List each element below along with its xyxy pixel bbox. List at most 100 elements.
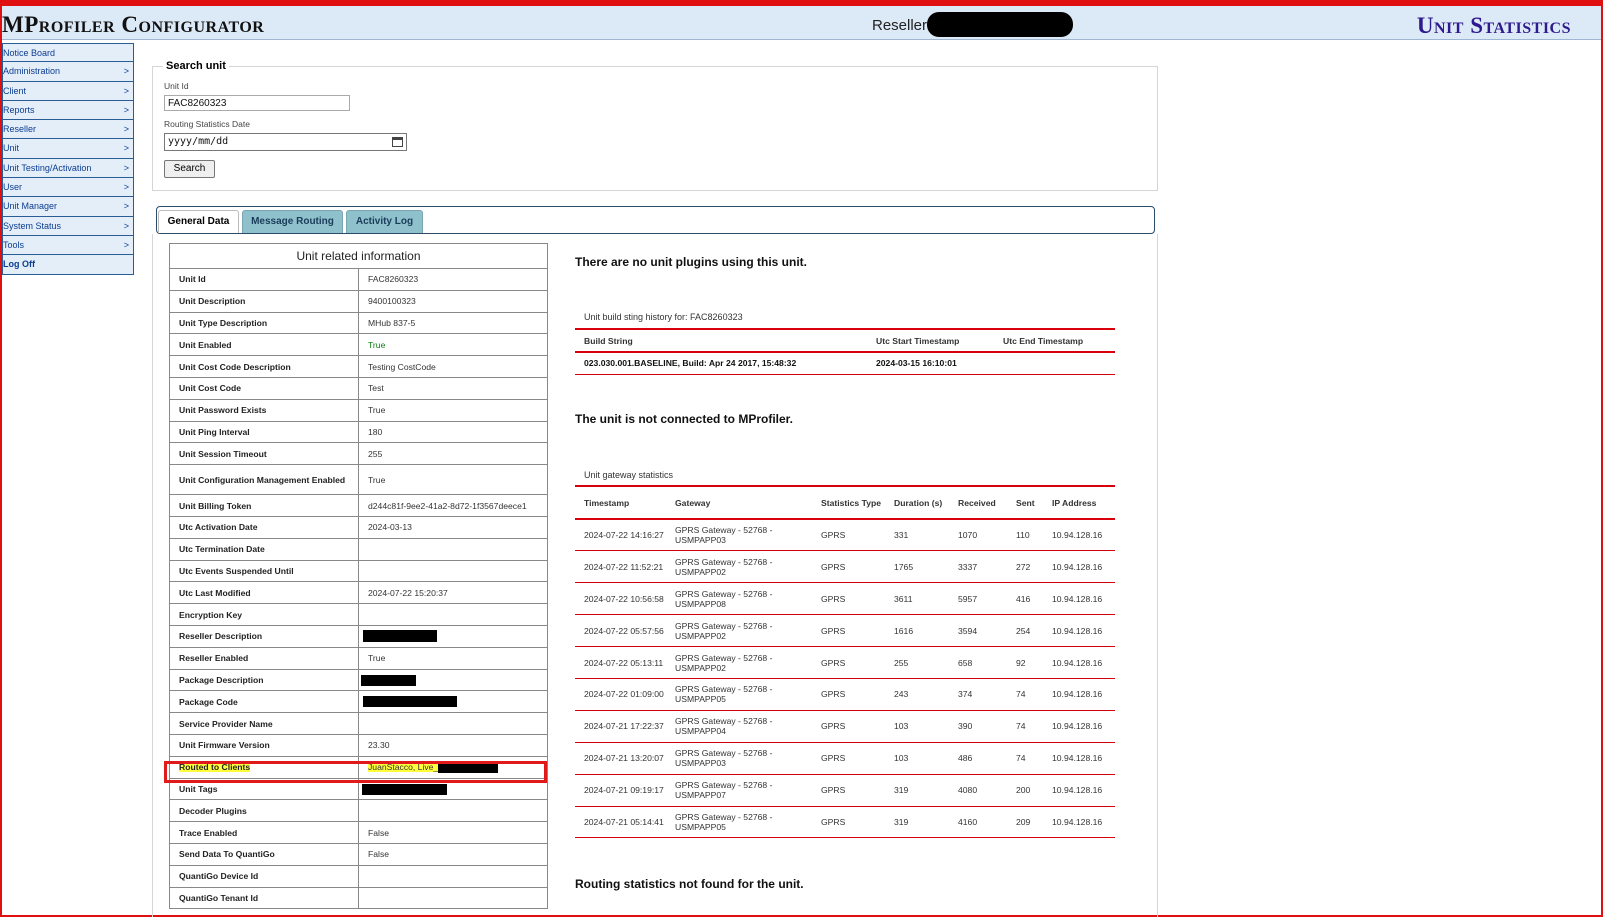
table-row: Trace Enabled False [169,821,548,844]
row-value: True [358,333,548,357]
sidebar-item-label: Administration [3,66,61,77]
table-row: Unit Billing Token d244c81f-9ee2-41a2-8d7… [169,494,548,517]
duration-cell: 1616 [885,614,949,648]
gateway-cell: GPRS Gateway - 52768 - USMPAPP02 [666,614,812,648]
sent-cell: 110 [1007,519,1043,552]
chevron-right-icon: > [123,124,129,135]
table-row: 2024-07-22 11:52:21 GPRS Gateway - 52768 … [575,550,1115,584]
sidebar-item-label: Reseller [3,124,37,135]
gateway-cell: GPRS Gateway - 52768 - USMPAPP03 [666,742,812,775]
chevron-right-icon: > [123,85,129,96]
unit-id-input[interactable]: FAC8260323 [164,95,350,111]
column-header: Utc End Timestamp [994,329,1115,353]
row-value [358,537,548,561]
routed-to-clients-annotation [164,761,547,783]
sidebar-item-label: Reports [3,104,35,115]
reseller-description-redaction [363,630,437,643]
sidebar-item-label: Unit [3,143,20,154]
statistics-type-cell: GPRS [812,646,885,679]
ip-address-cell: 10.94.128.16 [1043,678,1115,711]
sidebar-item-label: Unit Manager [3,201,58,212]
table-row: Unit Password Exists True [169,398,548,422]
table-row: Unit Session Timeout 255 [169,442,548,466]
row-key: Reseller Enabled [169,646,359,670]
sidebar-item-label: Notice Board [3,48,56,58]
column-header: Timestamp [575,486,666,520]
row-key: Encryption Key [169,603,359,626]
search-button[interactable]: Search [164,160,215,178]
table-row: Unit Cost Code Description Testing CostCo… [169,355,548,378]
statistics-type-cell: GPRS [812,774,885,807]
table-row: Unit Id FAC8260323 [169,268,548,291]
row-key: Unit Cost Code [169,376,359,400]
row-key: Unit Billing Token [169,494,359,517]
table-row: Reseller Description [169,624,548,648]
received-cell: 374 [949,678,1007,711]
page-title: Unit Statistics [1416,13,1571,38]
routing-date-placeholder: yyyy/mm/dd [168,136,229,147]
table-row: Package Description [169,668,548,692]
table-row: Unit Description 9400100323 [169,289,548,313]
timestamp-cell: 2024-07-21 09:19:17 [575,774,666,807]
chevron-right-icon: > [123,104,129,115]
row-key: Unit Password Exists [169,398,359,422]
gateway-cell: GPRS Gateway - 52768 - USMPAPP03 [666,519,812,552]
reseller-name-redaction [927,12,1073,37]
sidebar-item-client[interactable]: Client > [2,81,134,101]
gateway-cell: GPRS Gateway - 52768 - USMPAPP07 [666,774,812,807]
sidebar-item-unit-testing-activation[interactable]: Unit Testing/Activation > [2,158,134,179]
gateway-cell: GPRS Gateway - 52768 - USMPAPP02 [666,646,812,679]
timestamp-cell: 2024-07-22 14:16:27 [575,519,666,552]
duration-cell: 255 [885,646,949,679]
sidebar-item-notice-board[interactable]: Notice Board [2,43,134,63]
package-code-redaction [363,696,457,708]
sidebar-item-system-status[interactable]: System Status > [2,216,134,236]
sidebar-item-user[interactable]: User > [2,178,134,198]
statistics-type-cell: GPRS [812,678,885,711]
table-row: Package Code [169,690,548,714]
table-row: Encryption Key [169,603,548,626]
tab-message-routing[interactable]: Message Routing [242,210,343,233]
chevron-right-icon: > [123,162,129,173]
statistics-type-cell: GPRS [812,550,885,584]
build-string-cell: 023.030.001.BASELINE, Build: Apr 24 2017… [575,352,867,375]
sidebar-nav: Notice Board Administration > Client > Rep… [2,43,134,275]
column-header: Statistics Type [812,486,885,520]
ip-address-cell: 10.94.128.16 [1043,774,1115,807]
sidebar-item-tools[interactable]: Tools > [2,235,134,256]
tab-general-data[interactable]: General Data [158,210,239,233]
sidebar-item-unit[interactable]: Unit > [2,139,134,159]
sidebar-item-reports[interactable]: Reports > [2,100,134,121]
build-history-table: Build String Utc Start Timestamp Utc End… [575,328,1115,375]
table-row: 2024-07-21 05:14:41 GPRS Gateway - 52768 … [575,806,1115,839]
chevron-right-icon: > [123,182,129,193]
sent-cell: 200 [1007,774,1043,807]
row-key: Unit Type Description [169,311,359,335]
ip-address-cell: 10.94.128.16 [1043,646,1115,679]
table-row: Unit Ping Interval 180 [169,420,548,444]
received-cell: 486 [949,742,1007,775]
sidebar-item-unit-manager[interactable]: Unit Manager > [2,197,134,217]
sidebar-item-log-off[interactable]: Log Off [2,255,134,275]
sent-cell: 74 [1007,710,1043,743]
calendar-icon[interactable] [392,137,403,147]
reseller-label: Reseller [872,17,928,34]
sidebar-item-administration[interactable]: Administration > [2,62,134,82]
sidebar-item-reseller[interactable]: Reseller > [2,120,134,140]
chevron-right-icon: > [123,201,129,212]
sent-cell: 209 [1007,806,1043,839]
row-value: Testing CostCode [358,355,548,378]
app-title: MProfiler Configurator [2,12,265,37]
sidebar-item-label: Client [3,85,27,96]
row-value: True [358,646,548,670]
row-key: Unit Description [169,289,359,313]
tab-activity-log[interactable]: Activity Log [346,210,423,233]
timestamp-cell: 2024-07-21 17:22:37 [575,710,666,743]
routing-date-input[interactable]: yyyy/mm/dd [164,133,407,151]
sidebar-item-label: Tools [3,239,25,250]
timestamp-cell: 2024-07-21 05:14:41 [575,806,666,839]
row-key: Utc Events Suspended Until [169,559,359,583]
statistics-type-cell: GPRS [812,519,885,552]
duration-cell: 243 [885,678,949,711]
app-header: MProfiler Configurator Reseller Unit Sta… [2,6,1601,40]
